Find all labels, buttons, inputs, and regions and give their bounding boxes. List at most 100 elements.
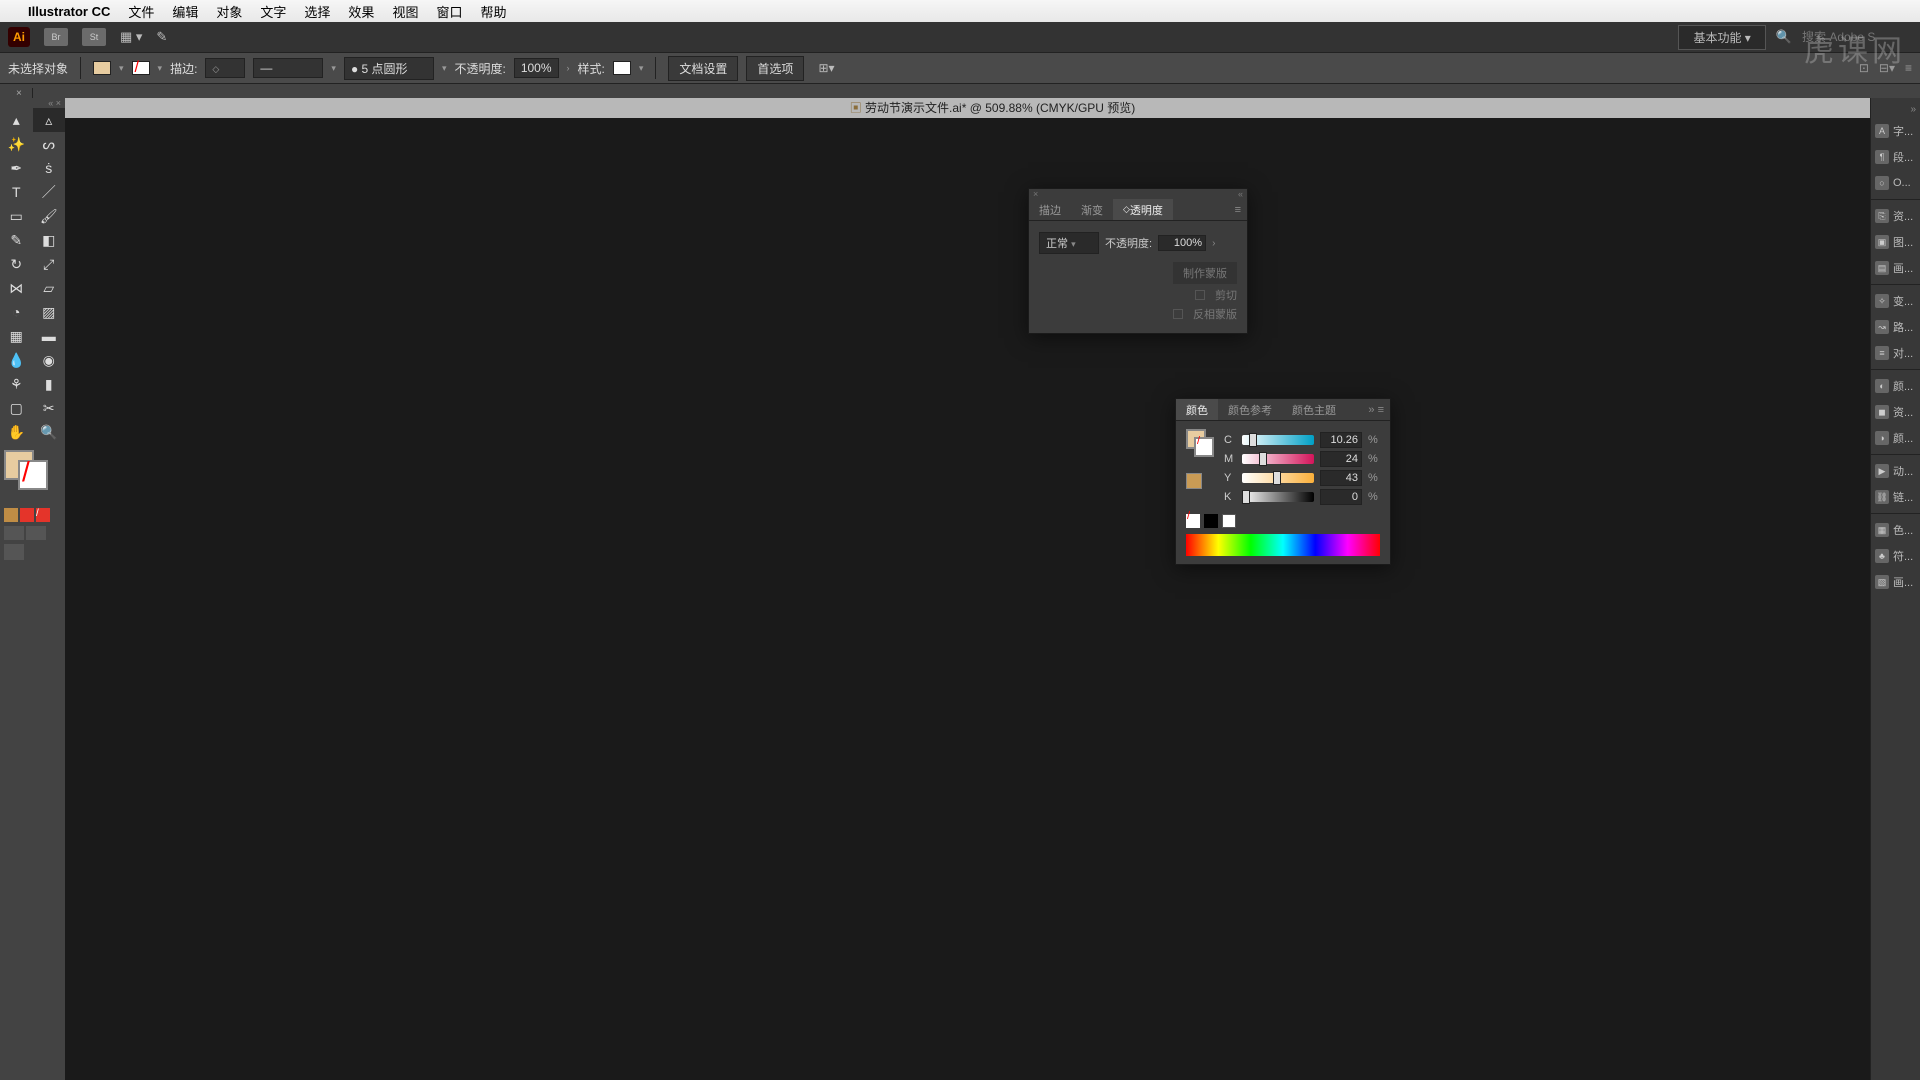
symbol-sprayer-tool[interactable]: ⚘	[0, 372, 33, 396]
style-swatch[interactable]	[613, 61, 631, 75]
color-spectrum[interactable]	[1186, 534, 1380, 556]
menu-effect[interactable]: 效果	[348, 2, 374, 21]
panel-opacity-input[interactable]	[1158, 235, 1206, 251]
shaper-tool[interactable]: ✎	[0, 228, 33, 252]
workspace-switcher[interactable]: 基本功能 ▾	[1678, 25, 1765, 50]
panel-shortcut-0[interactable]: A字...	[1871, 118, 1920, 144]
slice-tool[interactable]: ✂	[33, 396, 66, 420]
type-tool[interactable]: T	[0, 180, 33, 204]
menu-icon[interactable]: ≡	[1905, 61, 1912, 75]
artboard-tool[interactable]: ▢	[0, 396, 33, 420]
panel-shortcut-14[interactable]: ▦色...	[1871, 517, 1920, 543]
color-stroke-indicator[interactable]: /	[1194, 437, 1214, 457]
invert-mask-checkbox[interactable]: 反相蒙版	[1193, 306, 1237, 322]
opacity-input[interactable]: 100%	[514, 58, 559, 78]
panel-shortcut-5[interactable]: ▤画...	[1871, 255, 1920, 281]
channel-slider[interactable]	[1242, 473, 1314, 483]
none-swatch-icon[interactable]: /	[1186, 514, 1200, 528]
menu-view[interactable]: 视图	[392, 2, 418, 21]
menu-help[interactable]: 帮助	[480, 2, 506, 21]
tab-color-guide[interactable]: 颜色参考	[1218, 399, 1282, 420]
brush-def[interactable]: ● 5 点圆形	[344, 57, 434, 80]
tab-stroke[interactable]: 描边	[1029, 199, 1071, 220]
stock-icon[interactable]: St	[82, 28, 106, 46]
mesh-tool[interactable]: ▦	[0, 324, 33, 348]
fill-stroke-indicator[interactable]: / /	[0, 444, 65, 566]
black-swatch-icon[interactable]	[1204, 514, 1218, 528]
panel-shortcut-3[interactable]: ⎘资...	[1871, 203, 1920, 229]
clip-checkbox[interactable]: 剪切	[1215, 287, 1237, 303]
arrange-icon[interactable]: ▦ ▾	[120, 29, 142, 45]
snap-icon[interactable]: ⊡	[1859, 61, 1869, 75]
stroke-profile[interactable]: —	[253, 58, 323, 78]
channel-value-input[interactable]	[1320, 432, 1362, 448]
align-icon[interactable]: ⊞▾	[818, 61, 834, 75]
menu-object[interactable]: 对象	[216, 2, 242, 21]
shape-builder-tool[interactable]: ◔	[0, 300, 33, 324]
menu-file[interactable]: 文件	[128, 2, 154, 21]
collapse-icon[interactable]: »	[1871, 104, 1920, 118]
eyedropper-tool[interactable]: 💧	[0, 348, 33, 372]
make-mask-button[interactable]: 制作蒙版	[1173, 262, 1237, 284]
menu-select[interactable]: 选择	[304, 2, 330, 21]
scale-tool[interactable]: ⤢	[33, 252, 66, 276]
eraser-tool[interactable]: ◧	[33, 228, 66, 252]
panel-shortcut-1[interactable]: ¶段...	[1871, 144, 1920, 170]
panel-shortcut-13[interactable]: ⛓链...	[1871, 484, 1920, 510]
menu-window[interactable]: 窗口	[436, 2, 462, 21]
stroke-weight-input[interactable]: ◇	[205, 58, 245, 78]
panel-shortcut-16[interactable]: ▧画...	[1871, 569, 1920, 595]
channel-slider[interactable]	[1242, 492, 1314, 502]
panel-shortcut-11[interactable]: ◑颜...	[1871, 425, 1920, 451]
gpu-icon[interactable]: ✎	[156, 29, 167, 45]
paintbrush-tool[interactable]: 🖌	[33, 204, 66, 228]
direct-selection-tool[interactable]: ▵	[33, 108, 66, 132]
panel-shortcut-2[interactable]: ○O...	[1871, 170, 1920, 196]
menu-type[interactable]: 文字	[260, 2, 286, 21]
curvature-tool[interactable]: ṡ	[33, 156, 66, 180]
channel-slider[interactable]	[1242, 435, 1314, 445]
zoom-tool[interactable]: 🔍	[33, 420, 66, 444]
white-swatch-icon[interactable]	[1222, 514, 1236, 528]
panel-shortcut-8[interactable]: ≡对...	[1871, 340, 1920, 366]
tab-gradient[interactable]: 渐变	[1071, 199, 1113, 220]
column-graph-tool[interactable]: ▮	[33, 372, 66, 396]
panel-shortcut-12[interactable]: ▶动...	[1871, 458, 1920, 484]
hand-tool[interactable]: ✋	[0, 420, 33, 444]
tab-color[interactable]: 颜色	[1176, 399, 1218, 420]
channel-value-input[interactable]	[1320, 489, 1362, 505]
panel-shortcut-9[interactable]: ◐颜...	[1871, 373, 1920, 399]
panel-menu-icon[interactable]: ≡	[1229, 204, 1247, 216]
blend-mode-select[interactable]: 正常 ▾	[1039, 232, 1099, 254]
width-tool[interactable]: ⋈	[0, 276, 33, 300]
line-tool[interactable]: ／	[33, 180, 66, 204]
lasso-tool[interactable]: ᔕ	[33, 132, 66, 156]
panel-shortcut-10[interactable]: ◼资...	[1871, 399, 1920, 425]
channel-slider[interactable]	[1242, 454, 1314, 464]
color-alt-swatch[interactable]	[1186, 473, 1202, 489]
perspective-tool[interactable]: ▨	[33, 300, 66, 324]
transform-icon[interactable]: ⊟▾	[1879, 61, 1895, 75]
rectangle-tool[interactable]: ▭	[0, 204, 33, 228]
app-name[interactable]: Illustrator CC	[28, 4, 110, 19]
free-transform-tool[interactable]: ▱	[33, 276, 66, 300]
stroke-swatch[interactable]: /	[132, 61, 150, 75]
rotate-tool[interactable]: ↻	[0, 252, 33, 276]
search-input[interactable]	[1802, 30, 1912, 44]
panel-shortcut-4[interactable]: ▣图...	[1871, 229, 1920, 255]
gradient-tool[interactable]: ▬	[33, 324, 66, 348]
menu-edit[interactable]: 编辑	[172, 2, 198, 21]
panel-shortcut-7[interactable]: ↝路...	[1871, 314, 1920, 340]
doc-setup-button[interactable]: 文档设置	[668, 56, 738, 81]
panel-menu-icon[interactable]: » ≡	[1362, 404, 1390, 416]
channel-value-input[interactable]	[1320, 451, 1362, 467]
panel-shortcut-6[interactable]: ✧变...	[1871, 288, 1920, 314]
selection-tool[interactable]: ▴	[0, 108, 33, 132]
pen-tool[interactable]: ✒	[0, 156, 33, 180]
search-icon[interactable]: 🔍	[1776, 29, 1792, 45]
magic-wand-tool[interactable]: ✨	[0, 132, 33, 156]
bridge-icon[interactable]: Br	[44, 28, 68, 46]
preferences-button[interactable]: 首选项	[746, 56, 804, 81]
blend-tool[interactable]: ◉	[33, 348, 66, 372]
tab-transparency[interactable]: ◇ 透明度	[1113, 199, 1173, 220]
